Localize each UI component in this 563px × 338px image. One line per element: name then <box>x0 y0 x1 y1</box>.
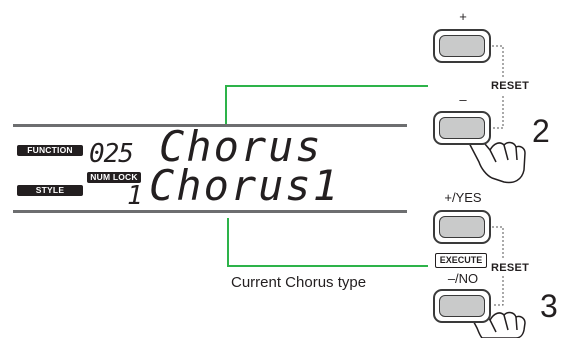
step-3-number: 3 <box>540 288 558 324</box>
yes-button-face <box>439 216 485 238</box>
style-tag: STYLE <box>17 185 83 196</box>
function-number: 025 <box>89 139 134 169</box>
value-number: 1 <box>127 181 144 211</box>
no-button[interactable] <box>433 289 491 323</box>
lcd-display: FUNCTION STYLE NUM LOCK 025 Chorus 1 Cho… <box>13 122 407 213</box>
reset-label-top: RESET <box>491 80 530 92</box>
yes-button-label: +/YES <box>444 190 482 205</box>
minus-button-label: – <box>459 92 467 107</box>
step-2-number: 2 <box>532 113 550 149</box>
yes-button[interactable] <box>433 210 491 244</box>
callout-line-value <box>227 218 428 267</box>
minus-button-face <box>439 117 485 139</box>
no-button-face <box>439 295 485 317</box>
current-chorus-caption: Current Chorus type <box>231 274 367 291</box>
minus-button[interactable] <box>433 111 491 145</box>
function-tag: FUNCTION <box>17 145 83 156</box>
plus-button[interactable] <box>433 29 491 63</box>
no-button-label: –/NO <box>447 271 479 286</box>
execute-label: EXECUTE <box>435 253 487 268</box>
value-name: Chorus1 <box>149 161 341 210</box>
plus-button-label: + <box>459 9 467 24</box>
plus-button-face <box>439 35 485 57</box>
